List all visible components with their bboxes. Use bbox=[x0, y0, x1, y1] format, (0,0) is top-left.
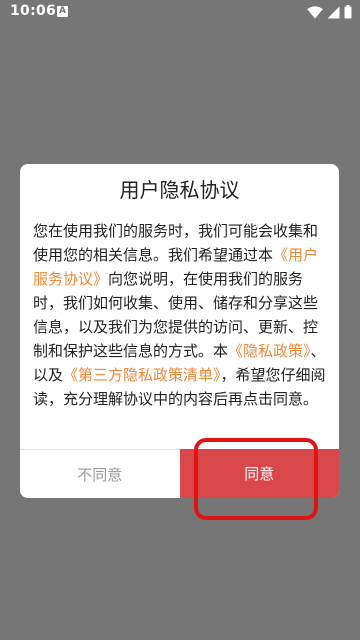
dialog-title: 用户隐私协议 bbox=[119, 178, 240, 202]
disagree-button[interactable]: 不同意 bbox=[20, 449, 180, 498]
dialog-body: 您在使用我们的服务时，我们可能会收集和使用您的相关信息。我们希望通过本《用户服务… bbox=[33, 219, 329, 411]
status-time: 10:06 bbox=[10, 3, 57, 19]
battery-icon bbox=[344, 5, 352, 19]
third-party-policy-link[interactable]: 《第三方隐私政策清单》 bbox=[63, 366, 221, 384]
privacy-policy-link[interactable]: 《隐私政策》 bbox=[228, 342, 311, 360]
highlight-annotation-box bbox=[194, 438, 318, 520]
wifi-icon bbox=[307, 5, 323, 19]
signal-icon bbox=[327, 6, 340, 19]
status-icons bbox=[307, 4, 352, 20]
notification-a-icon: A bbox=[57, 6, 68, 17]
status-bar: 10:06 A bbox=[0, 0, 360, 24]
